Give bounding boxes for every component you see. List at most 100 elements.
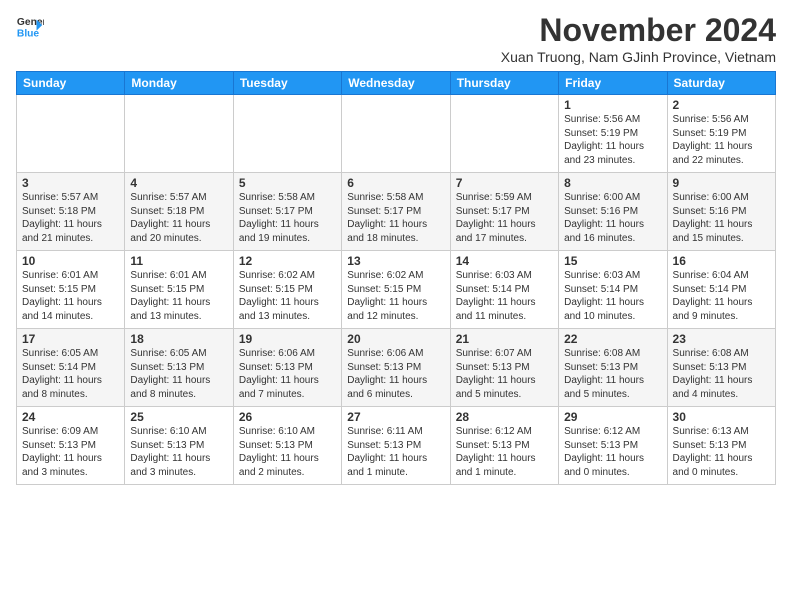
cell-4-2: 26Sunrise: 6:10 AM Sunset: 5:13 PM Dayli… (233, 407, 341, 485)
cell-1-6: 9Sunrise: 6:00 AM Sunset: 5:16 PM Daylig… (667, 173, 775, 251)
week-row-2: 10Sunrise: 6:01 AM Sunset: 5:15 PM Dayli… (17, 251, 776, 329)
day-number: 2 (673, 98, 770, 112)
cell-1-0: 3Sunrise: 5:57 AM Sunset: 5:18 PM Daylig… (17, 173, 125, 251)
day-info: Sunrise: 6:03 AM Sunset: 5:14 PM Dayligh… (456, 269, 553, 323)
day-number: 13 (347, 254, 444, 268)
day-info: Sunrise: 6:03 AM Sunset: 5:14 PM Dayligh… (564, 269, 661, 323)
day-info: Sunrise: 5:58 AM Sunset: 5:17 PM Dayligh… (239, 191, 336, 245)
cell-4-0: 24Sunrise: 6:09 AM Sunset: 5:13 PM Dayli… (17, 407, 125, 485)
cell-2-2: 12Sunrise: 6:02 AM Sunset: 5:15 PM Dayli… (233, 251, 341, 329)
cell-4-1: 25Sunrise: 6:10 AM Sunset: 5:13 PM Dayli… (125, 407, 233, 485)
day-number: 20 (347, 332, 444, 346)
day-number: 30 (673, 410, 770, 424)
day-info: Sunrise: 6:07 AM Sunset: 5:13 PM Dayligh… (456, 347, 553, 401)
day-info: Sunrise: 6:00 AM Sunset: 5:16 PM Dayligh… (673, 191, 770, 245)
day-number: 9 (673, 176, 770, 190)
cell-2-3: 13Sunrise: 6:02 AM Sunset: 5:15 PM Dayli… (342, 251, 450, 329)
cell-3-5: 22Sunrise: 6:08 AM Sunset: 5:13 PM Dayli… (559, 329, 667, 407)
day-number: 19 (239, 332, 336, 346)
day-number: 6 (347, 176, 444, 190)
cell-4-3: 27Sunrise: 6:11 AM Sunset: 5:13 PM Dayli… (342, 407, 450, 485)
day-info: Sunrise: 5:58 AM Sunset: 5:17 PM Dayligh… (347, 191, 444, 245)
day-number: 1 (564, 98, 661, 112)
day-number: 26 (239, 410, 336, 424)
subtitle: Xuan Truong, Nam GJinh Province, Vietnam (501, 49, 776, 65)
cell-0-0 (17, 95, 125, 173)
day-info: Sunrise: 6:00 AM Sunset: 5:16 PM Dayligh… (564, 191, 661, 245)
cell-4-4: 28Sunrise: 6:12 AM Sunset: 5:13 PM Dayli… (450, 407, 558, 485)
cell-0-3 (342, 95, 450, 173)
day-number: 18 (130, 332, 227, 346)
day-number: 11 (130, 254, 227, 268)
day-number: 5 (239, 176, 336, 190)
cell-1-4: 7Sunrise: 5:59 AM Sunset: 5:17 PM Daylig… (450, 173, 558, 251)
day-number: 23 (673, 332, 770, 346)
col-sunday: Sunday (17, 72, 125, 95)
day-info: Sunrise: 6:12 AM Sunset: 5:13 PM Dayligh… (564, 425, 661, 479)
day-info: Sunrise: 6:01 AM Sunset: 5:15 PM Dayligh… (22, 269, 119, 323)
day-info: Sunrise: 6:05 AM Sunset: 5:14 PM Dayligh… (22, 347, 119, 401)
svg-text:Blue: Blue (17, 28, 40, 39)
page: General Blue November 2024 Xuan Truong, … (0, 0, 792, 493)
week-row-4: 24Sunrise: 6:09 AM Sunset: 5:13 PM Dayli… (17, 407, 776, 485)
cell-1-5: 8Sunrise: 6:00 AM Sunset: 5:16 PM Daylig… (559, 173, 667, 251)
col-thursday: Thursday (450, 72, 558, 95)
cell-3-0: 17Sunrise: 6:05 AM Sunset: 5:14 PM Dayli… (17, 329, 125, 407)
week-row-1: 3Sunrise: 5:57 AM Sunset: 5:18 PM Daylig… (17, 173, 776, 251)
day-number: 3 (22, 176, 119, 190)
cell-3-6: 23Sunrise: 6:08 AM Sunset: 5:13 PM Dayli… (667, 329, 775, 407)
day-number: 25 (130, 410, 227, 424)
cell-1-2: 5Sunrise: 5:58 AM Sunset: 5:17 PM Daylig… (233, 173, 341, 251)
day-number: 21 (456, 332, 553, 346)
day-info: Sunrise: 5:56 AM Sunset: 5:19 PM Dayligh… (673, 113, 770, 167)
cell-2-5: 15Sunrise: 6:03 AM Sunset: 5:14 PM Dayli… (559, 251, 667, 329)
day-number: 15 (564, 254, 661, 268)
calendar-table: Sunday Monday Tuesday Wednesday Thursday… (16, 71, 776, 485)
week-row-3: 17Sunrise: 6:05 AM Sunset: 5:14 PM Dayli… (17, 329, 776, 407)
day-number: 12 (239, 254, 336, 268)
cell-3-4: 21Sunrise: 6:07 AM Sunset: 5:13 PM Dayli… (450, 329, 558, 407)
day-info: Sunrise: 6:10 AM Sunset: 5:13 PM Dayligh… (130, 425, 227, 479)
day-info: Sunrise: 6:04 AM Sunset: 5:14 PM Dayligh… (673, 269, 770, 323)
day-number: 14 (456, 254, 553, 268)
day-info: Sunrise: 6:12 AM Sunset: 5:13 PM Dayligh… (456, 425, 553, 479)
day-info: Sunrise: 5:57 AM Sunset: 5:18 PM Dayligh… (130, 191, 227, 245)
day-number: 10 (22, 254, 119, 268)
day-info: Sunrise: 5:57 AM Sunset: 5:18 PM Dayligh… (22, 191, 119, 245)
col-saturday: Saturday (667, 72, 775, 95)
cell-0-2 (233, 95, 341, 173)
logo: General Blue (16, 12, 44, 40)
day-info: Sunrise: 6:08 AM Sunset: 5:13 PM Dayligh… (673, 347, 770, 401)
cell-3-2: 19Sunrise: 6:06 AM Sunset: 5:13 PM Dayli… (233, 329, 341, 407)
col-friday: Friday (559, 72, 667, 95)
day-number: 7 (456, 176, 553, 190)
col-tuesday: Tuesday (233, 72, 341, 95)
day-number: 16 (673, 254, 770, 268)
day-number: 17 (22, 332, 119, 346)
day-number: 4 (130, 176, 227, 190)
day-info: Sunrise: 6:10 AM Sunset: 5:13 PM Dayligh… (239, 425, 336, 479)
day-info: Sunrise: 6:05 AM Sunset: 5:13 PM Dayligh… (130, 347, 227, 401)
cell-2-6: 16Sunrise: 6:04 AM Sunset: 5:14 PM Dayli… (667, 251, 775, 329)
cell-3-3: 20Sunrise: 6:06 AM Sunset: 5:13 PM Dayli… (342, 329, 450, 407)
main-title: November 2024 (501, 12, 776, 49)
day-number: 27 (347, 410, 444, 424)
day-info: Sunrise: 6:06 AM Sunset: 5:13 PM Dayligh… (239, 347, 336, 401)
day-info: Sunrise: 5:56 AM Sunset: 5:19 PM Dayligh… (564, 113, 661, 167)
day-number: 24 (22, 410, 119, 424)
day-number: 28 (456, 410, 553, 424)
day-number: 8 (564, 176, 661, 190)
day-number: 29 (564, 410, 661, 424)
header-row: Sunday Monday Tuesday Wednesday Thursday… (17, 72, 776, 95)
cell-0-6: 2Sunrise: 5:56 AM Sunset: 5:19 PM Daylig… (667, 95, 775, 173)
cell-2-4: 14Sunrise: 6:03 AM Sunset: 5:14 PM Dayli… (450, 251, 558, 329)
week-row-0: 1Sunrise: 5:56 AM Sunset: 5:19 PM Daylig… (17, 95, 776, 173)
day-info: Sunrise: 5:59 AM Sunset: 5:17 PM Dayligh… (456, 191, 553, 245)
cell-4-6: 30Sunrise: 6:13 AM Sunset: 5:13 PM Dayli… (667, 407, 775, 485)
day-number: 22 (564, 332, 661, 346)
day-info: Sunrise: 6:11 AM Sunset: 5:13 PM Dayligh… (347, 425, 444, 479)
day-info: Sunrise: 6:13 AM Sunset: 5:13 PM Dayligh… (673, 425, 770, 479)
cell-2-1: 11Sunrise: 6:01 AM Sunset: 5:15 PM Dayli… (125, 251, 233, 329)
cell-1-3: 6Sunrise: 5:58 AM Sunset: 5:17 PM Daylig… (342, 173, 450, 251)
day-info: Sunrise: 6:09 AM Sunset: 5:13 PM Dayligh… (22, 425, 119, 479)
